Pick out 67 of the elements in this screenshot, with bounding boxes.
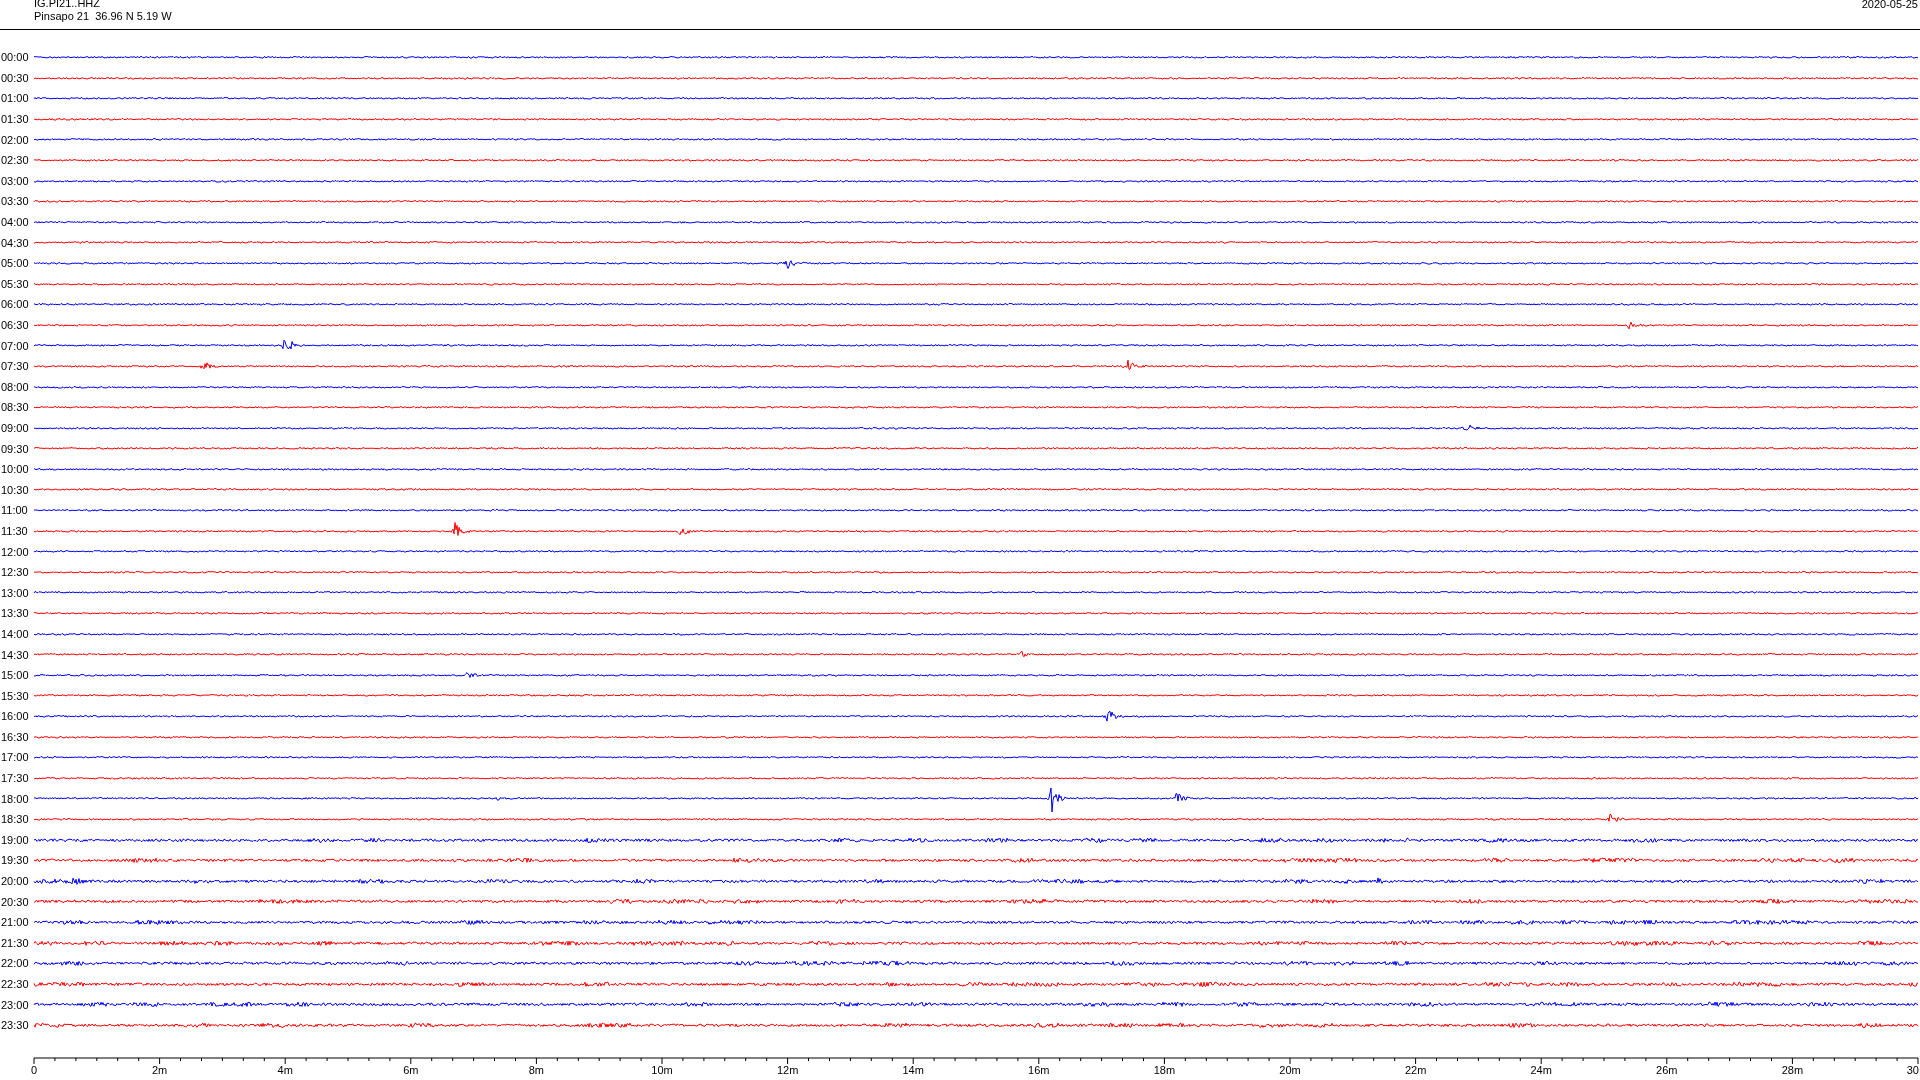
time-label: 12:30 [0, 566, 30, 579]
axis-label: 10m [651, 1063, 673, 1076]
time-label: 23:00 [0, 998, 30, 1011]
time-label: 15:30 [0, 689, 30, 702]
time-label: 13:00 [0, 586, 30, 599]
time-label: 12:00 [0, 545, 30, 558]
time-label: 02:30 [0, 154, 30, 167]
time-label: 03:00 [0, 174, 30, 187]
axis-label: 20m [1279, 1063, 1301, 1076]
time-label: 11:00 [0, 504, 29, 517]
time-label: 09:30 [0, 442, 30, 455]
time-label: 22:00 [0, 957, 30, 970]
time-label: 07:30 [0, 360, 30, 373]
axis-label: 12m [776, 1063, 799, 1076]
time-label: 02:00 [0, 133, 30, 146]
time-label: 08:00 [0, 380, 30, 393]
time-label: 04:00 [0, 216, 30, 229]
date-label: 2020-05-25 [1861, 0, 1918, 11]
time-label: 15:00 [0, 669, 30, 682]
time-label: 01:30 [0, 113, 30, 126]
time-label: 16:00 [0, 710, 30, 723]
axis-label: 28m [1781, 1063, 1804, 1076]
axis-label: 8m [528, 1063, 545, 1076]
axis-label: 24m [1530, 1063, 1552, 1076]
time-label: 21:00 [0, 916, 30, 929]
time-label: 09:00 [0, 422, 30, 434]
time-label: 19:30 [0, 854, 30, 867]
time-label: 18:00 [0, 792, 30, 805]
time-label: 17:30 [0, 772, 30, 785]
time-label: 21:30 [0, 936, 30, 949]
axis-label: 0 [30, 1063, 38, 1076]
channel-code: IG.PI21..HHZ [34, 0, 102, 10]
time-label: 20:30 [0, 895, 30, 908]
axis-label: 16m [1028, 1063, 1050, 1076]
time-label: 06:30 [0, 319, 30, 331]
axis-label: 22m [1404, 1063, 1427, 1076]
axis-label: 30 [1906, 1063, 1919, 1076]
time-label: 18:30 [0, 813, 30, 826]
time-label: 23:30 [0, 1019, 30, 1032]
time-label: 03:30 [0, 195, 30, 208]
axis-label: 26m [1656, 1063, 1678, 1076]
time-label: 00:30 [0, 71, 30, 84]
time-label: 17:00 [0, 751, 30, 764]
time-label: 05:00 [0, 257, 30, 270]
time-label: 10:30 [0, 483, 30, 496]
axis-label: 14m [902, 1063, 924, 1076]
time-label: 07:00 [0, 339, 30, 352]
time-label: 20:00 [0, 875, 30, 888]
axis-label: 2m [151, 1063, 168, 1076]
time-label: 00:00 [0, 51, 30, 64]
time-label: 22:30 [0, 978, 30, 990]
axis-label: 18m [1153, 1063, 1176, 1076]
time-label: 14:00 [0, 627, 30, 640]
time-label: 10:00 [0, 463, 30, 476]
axis-label: 6m [403, 1063, 419, 1076]
station-info: Pinsapo 21 36.96 N 5.19 W [34, 10, 172, 23]
time-label: 11:30 [0, 524, 29, 537]
time-label: 05:30 [0, 277, 30, 290]
time-label: 04:30 [0, 236, 30, 249]
axis-label: 4m [277, 1063, 293, 1076]
time-label: 14:30 [0, 648, 30, 661]
time-label: 06:00 [0, 298, 30, 311]
time-label: 19:00 [0, 833, 30, 846]
time-label: 13:30 [0, 607, 30, 620]
time-label: 08:30 [0, 401, 30, 414]
time-label: 16:30 [0, 730, 30, 743]
time-label: 01:00 [0, 92, 30, 105]
